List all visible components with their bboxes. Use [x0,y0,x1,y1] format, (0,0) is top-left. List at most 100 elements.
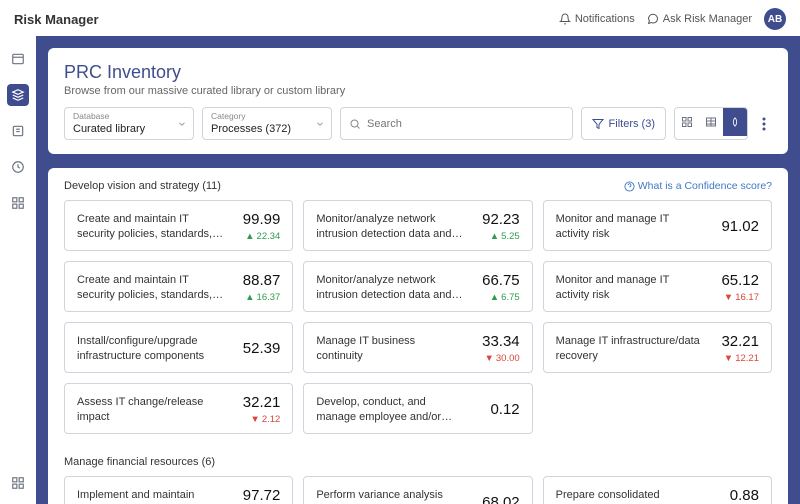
triangle-up-icon: ▲ [245,231,254,242]
avatar[interactable]: AB [764,8,786,30]
view-grid-button[interactable] [675,108,699,136]
card-score: 92.23 [474,211,520,228]
chevron-down-icon [177,119,187,129]
bell-icon [559,13,571,25]
search-input[interactable] [367,118,564,130]
card-score: 32.21 [713,333,759,350]
triangle-down-icon: ▼ [484,353,493,364]
risk-card[interactable]: Prepare consolidated financial statement… [543,476,772,504]
delta-up: ▲ 16.37 [245,292,280,303]
risk-card[interactable]: Install/configure/upgrade infrastructure… [64,322,293,373]
view-toggle-group [674,107,748,140]
risk-card[interactable]: Create and maintain IT security policies… [64,200,293,251]
category-select-label: Category [211,111,323,121]
card-description: Manage IT business continuity [316,334,463,364]
sidebar-item-reports[interactable] [7,120,29,142]
page-title: PRC Inventory [64,62,772,83]
category-select[interactable]: Category Processes (372) [202,107,332,140]
view-table-button[interactable] [699,108,723,136]
sidebar-item-home[interactable] [7,48,29,70]
notifications-link[interactable]: Notifications [559,13,635,25]
risk-card[interactable]: Monitor/analyze network intrusion detect… [303,261,532,312]
section-title: Develop vision and strategy (11) [64,180,221,192]
card-score: 68.02 [474,494,520,504]
section-header: Develop vision and strategy (11) What is … [64,180,772,192]
risk-card[interactable]: Monitor and manage IT activity risk 65.12… [543,261,772,312]
delta-up: ▲ 22.34 [245,231,280,242]
section-header: Manage financial resources (6) [64,456,772,468]
card-score: 91.02 [713,218,759,235]
card-score: 99.99 [234,211,280,228]
delta-up: ▲ 5.25 [490,231,520,242]
risk-card[interactable]: Assess IT change/release impact 32.21 ▼ 2.… [64,383,293,434]
delta-down: ▼ 12.21 [724,353,759,364]
card-score: 33.34 [474,333,520,350]
card-description: Install/configure/upgrade infrastructure… [77,334,224,364]
more-menu-button[interactable] [756,107,772,140]
delta-down: ▼ 30.00 [484,353,519,364]
card-score: 0.12 [474,401,520,418]
triangle-down-icon: ▼ [724,353,733,364]
sidebar-item-inventory[interactable] [7,84,29,106]
triangle-down-icon: ▼ [724,292,733,303]
section-title: Manage financial resources (6) [64,456,215,468]
filters-button[interactable]: Filters (3) [581,107,666,140]
notifications-label: Notifications [575,13,635,25]
card-score: 0.88 [713,487,759,504]
card-description: Manage IT infrastructure/data recovery [556,334,703,364]
triangle-up-icon: ▲ [245,292,254,303]
delta-down: ▼ 2.12 [250,414,280,425]
card-score: 65.12 [713,272,759,289]
card-score: 52.39 [234,340,280,357]
risk-card[interactable]: Monitor/analyze network intrusion detect… [303,200,532,251]
card-grid: Create and maintain IT security policies… [64,200,772,434]
risk-card[interactable]: Manage IT business continuity 33.34 ▼ 30.0… [303,322,532,373]
sidebar-item-apps[interactable] [7,192,29,214]
triangle-down-icon: ▼ [250,414,259,425]
card-description: Monitor and manage IT activity risk [556,212,703,242]
risk-card[interactable]: Perform variance analysis against foreca… [303,476,532,504]
database-select-value: Curated library [73,123,145,135]
risk-card[interactable]: Implement and maintain controls-related … [64,476,293,504]
risk-card[interactable]: Manage IT infrastructure/data recovery 32… [543,322,772,373]
database-select[interactable]: Database Curated library [64,107,194,140]
card-description: Monitor and manage IT activity risk [556,273,703,303]
card-grid: Implement and maintain controls-related … [64,476,772,504]
card-description: Assess IT change/release impact [77,395,224,425]
risk-card[interactable]: Develop, conduct, and manage employee an… [303,383,532,434]
card-score: 88.87 [234,272,280,289]
card-score: 66.75 [474,272,520,289]
app-title: Risk Manager [14,12,99,27]
sidebar [0,36,36,504]
category-select-value: Processes (372) [211,123,291,135]
ask-label: Ask Risk Manager [663,13,752,25]
sidebar-item-activity[interactable] [7,156,29,178]
content-panel: Develop vision and strategy (11) What is … [48,168,788,504]
page-subtitle: Browse from our massive curated library … [64,85,772,97]
filter-icon [592,118,604,130]
card-description: Monitor/analyze network intrusion detect… [316,273,463,303]
search-box[interactable] [340,107,573,140]
ask-link[interactable]: Ask Risk Manager [647,13,752,25]
header-panel: PRC Inventory Browse from our massive cu… [48,48,788,154]
delta-up: ▲ 6.75 [490,292,520,303]
risk-card[interactable]: Monitor and manage IT activity risk 91.02 [543,200,772,251]
chevron-down-icon [315,119,325,129]
card-description: Develop, conduct, and manage employee an… [316,395,463,425]
card-description: Monitor/analyze network intrusion detect… [316,212,463,242]
sidebar-item-settings[interactable] [7,472,29,494]
card-description: Create and maintain IT security policies… [77,273,224,303]
risk-card[interactable]: Create and maintain IT security policies… [64,261,293,312]
card-score: 97.72 [234,487,280,504]
database-select-label: Database [73,111,185,121]
chat-icon [647,13,659,25]
triangle-up-icon: ▲ [490,292,499,303]
card-description: Create and maintain IT security policies… [77,212,224,242]
card-score: 32.21 [234,394,280,411]
confidence-help-link[interactable]: What is a Confidence score? [624,180,772,192]
delta-down: ▼ 16.17 [724,292,759,303]
triangle-up-icon: ▲ [490,231,499,242]
view-card-button[interactable] [723,108,747,136]
filters-label: Filters (3) [609,118,655,130]
search-icon [349,118,361,130]
